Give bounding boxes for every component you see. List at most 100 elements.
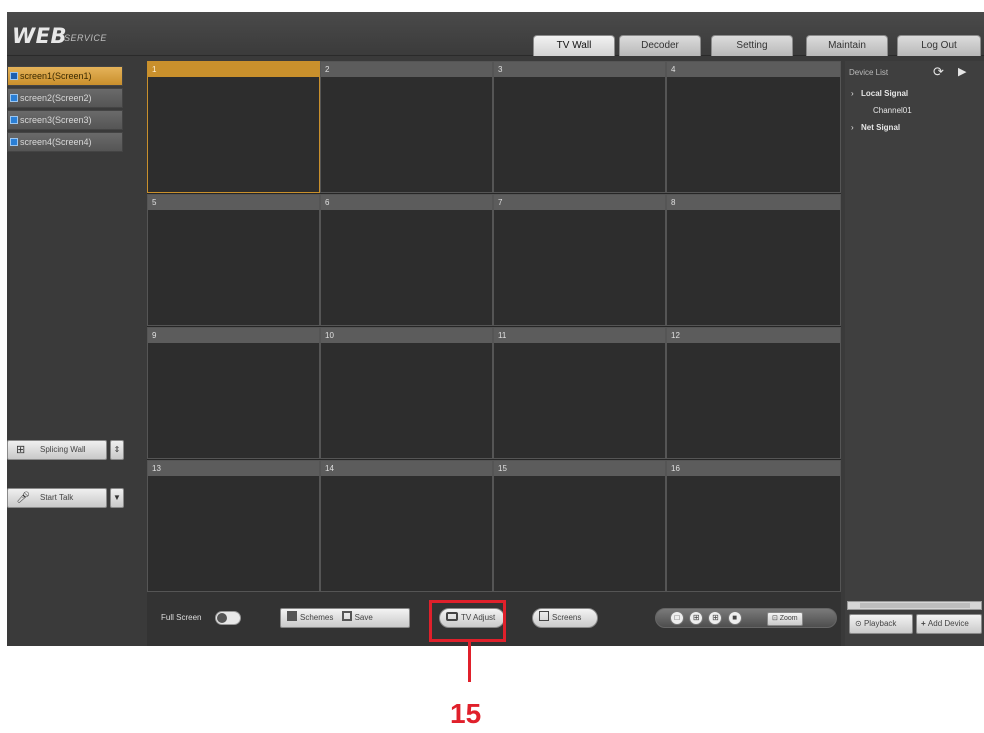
cell-number: 14 xyxy=(321,461,492,476)
screen-item-label: screen1(Screen1) xyxy=(20,71,92,81)
screens-button[interactable]: Screens xyxy=(532,608,598,628)
full-screen-label: Full Screen xyxy=(161,613,202,622)
playback-label: Playback xyxy=(863,619,897,628)
video-cell[interactable]: 7 xyxy=(493,194,666,326)
video-cell[interactable]: 6 xyxy=(320,194,493,326)
video-cell[interactable]: 5 xyxy=(147,194,320,326)
save-icon xyxy=(341,611,352,621)
cell-number: 11 xyxy=(494,328,665,343)
start-talk-button[interactable]: 🎤︎ Start Talk xyxy=(7,488,107,508)
schemes-label: Schemes xyxy=(300,613,334,622)
monitor-icon xyxy=(10,116,18,124)
screen-item-3[interactable]: screen3(Screen3) xyxy=(7,110,123,130)
video-cell[interactable]: 14 xyxy=(320,460,493,592)
layout-9-icon[interactable]: ⊞ xyxy=(708,611,723,625)
playback-icon: ⊙ xyxy=(855,619,864,628)
zoom-button[interactable]: ⊡ Zoom xyxy=(766,612,803,626)
local-signal-node[interactable]: Local Signal xyxy=(861,89,908,98)
tree-expand-icon[interactable]: › xyxy=(851,89,854,98)
cell-number: 1 xyxy=(148,62,319,77)
toggle-knob xyxy=(217,613,227,623)
refresh-icon[interactable]: ⟳ xyxy=(933,64,944,80)
cell-number: 5 xyxy=(148,195,319,210)
cell-number: 4 xyxy=(667,62,840,77)
video-cell[interactable]: 1 xyxy=(147,61,320,193)
callout-number: 15 xyxy=(450,698,482,729)
video-cell[interactable]: 8 xyxy=(666,194,841,326)
header: WEB SERVICE TV Wall Decoder Setting Main… xyxy=(7,12,984,56)
net-signal-node[interactable]: Net Signal xyxy=(861,123,900,132)
cell-number: 3 xyxy=(494,62,665,77)
tab-decoder[interactable]: Decoder xyxy=(619,35,701,56)
monitor-icon xyxy=(10,138,18,146)
horizontal-scrollbar[interactable] xyxy=(847,601,982,610)
full-screen-toggle[interactable] xyxy=(215,611,241,625)
video-cell[interactable]: 16 xyxy=(666,460,841,592)
layout-16-icon[interactable]: ■ xyxy=(727,611,742,625)
video-cell[interactable]: 2 xyxy=(320,61,493,193)
zoom-label: Zoom xyxy=(779,615,798,622)
device-list-title: Device List xyxy=(849,68,889,77)
cell-number: 2 xyxy=(321,62,492,77)
cell-number: 12 xyxy=(667,328,840,343)
screen-item-label: screen2(Screen2) xyxy=(20,93,92,103)
cell-number: 7 xyxy=(494,195,665,210)
tab-log-out[interactable]: Log Out xyxy=(897,35,981,56)
logo: WEB xyxy=(12,24,68,48)
screen-item-1[interactable]: screen1(Screen1) xyxy=(7,66,123,86)
add-device-button[interactable]: + Add Device xyxy=(916,614,982,634)
schemes-icon xyxy=(287,611,297,621)
screens-label: Screens xyxy=(552,613,582,622)
video-cell[interactable]: 11 xyxy=(493,327,666,459)
add-device-label: Add Device xyxy=(927,619,969,628)
save-button[interactable]: Save xyxy=(341,611,373,622)
screen-item-label: screen3(Screen3) xyxy=(20,115,92,125)
plus-icon: + xyxy=(921,619,928,628)
tab-setting[interactable]: Setting xyxy=(711,35,793,56)
device-list-panel: Device List ⟳ ▶ › Local Signal Channel01… xyxy=(845,61,984,646)
layout-toolbar: □ ⊞ ⊞ ■ ⊡ Zoom xyxy=(655,608,837,628)
video-cell[interactable]: 10 xyxy=(320,327,493,459)
video-cell[interactable]: 4 xyxy=(666,61,841,193)
layout-1-icon[interactable]: □ xyxy=(670,611,684,625)
cell-number: 8 xyxy=(667,195,840,210)
video-cell[interactable]: 12 xyxy=(666,327,841,459)
screen-item-label: screen4(Screen4) xyxy=(20,137,92,147)
cell-number: 15 xyxy=(494,461,665,476)
screen-item-4[interactable]: screen4(Screen4) xyxy=(7,132,123,152)
callout-line xyxy=(468,642,471,682)
splicing-wall-button[interactable]: ⊞ Splicing Wall xyxy=(7,440,107,460)
cell-number: 6 xyxy=(321,195,492,210)
video-cell[interactable]: 13 xyxy=(147,460,320,592)
start-talk-label: Start Talk xyxy=(40,493,74,502)
splicing-wall-stepper[interactable]: ⇕ xyxy=(110,440,124,460)
video-cell[interactable]: 3 xyxy=(493,61,666,193)
cell-number: 13 xyxy=(148,461,319,476)
schemes-save-group: Schemes Save xyxy=(280,608,410,628)
schemes-button[interactable]: Schemes xyxy=(287,611,334,622)
export-icon[interactable]: ▶ xyxy=(958,65,966,78)
layout-4-icon[interactable]: ⊞ xyxy=(689,611,704,625)
video-cell[interactable]: 9 xyxy=(147,327,320,459)
screen-item-2[interactable]: screen2(Screen2) xyxy=(7,88,123,108)
cell-number: 9 xyxy=(148,328,319,343)
app-window: WEB SERVICE TV Wall Decoder Setting Main… xyxy=(7,12,984,646)
tab-maintain[interactable]: Maintain xyxy=(806,35,888,56)
screens-icon xyxy=(539,611,549,621)
zoom-icon: ⊡ xyxy=(771,615,780,622)
save-label: Save xyxy=(354,613,373,622)
callout-highlight-box xyxy=(429,600,506,642)
scrollbar-thumb[interactable] xyxy=(860,603,970,608)
channel-node[interactable]: Channel01 xyxy=(873,106,912,115)
logo-subtitle: SERVICE xyxy=(64,33,107,43)
monitor-icon xyxy=(10,72,18,80)
screen-list-panel: screen1(Screen1) screen2(Screen2) screen… xyxy=(7,56,147,646)
video-cell[interactable]: 15 xyxy=(493,460,666,592)
microphone-icon: 🎤︎ xyxy=(16,492,30,504)
cell-number: 16 xyxy=(667,461,840,476)
tab-tv-wall[interactable]: TV Wall xyxy=(533,35,615,56)
playback-button[interactable]: ⊙ Playback xyxy=(849,614,913,634)
grid-icon: ⊞ xyxy=(16,444,26,456)
start-talk-dropdown[interactable]: ▼ xyxy=(110,488,124,508)
tree-expand-icon[interactable]: › xyxy=(851,123,854,132)
